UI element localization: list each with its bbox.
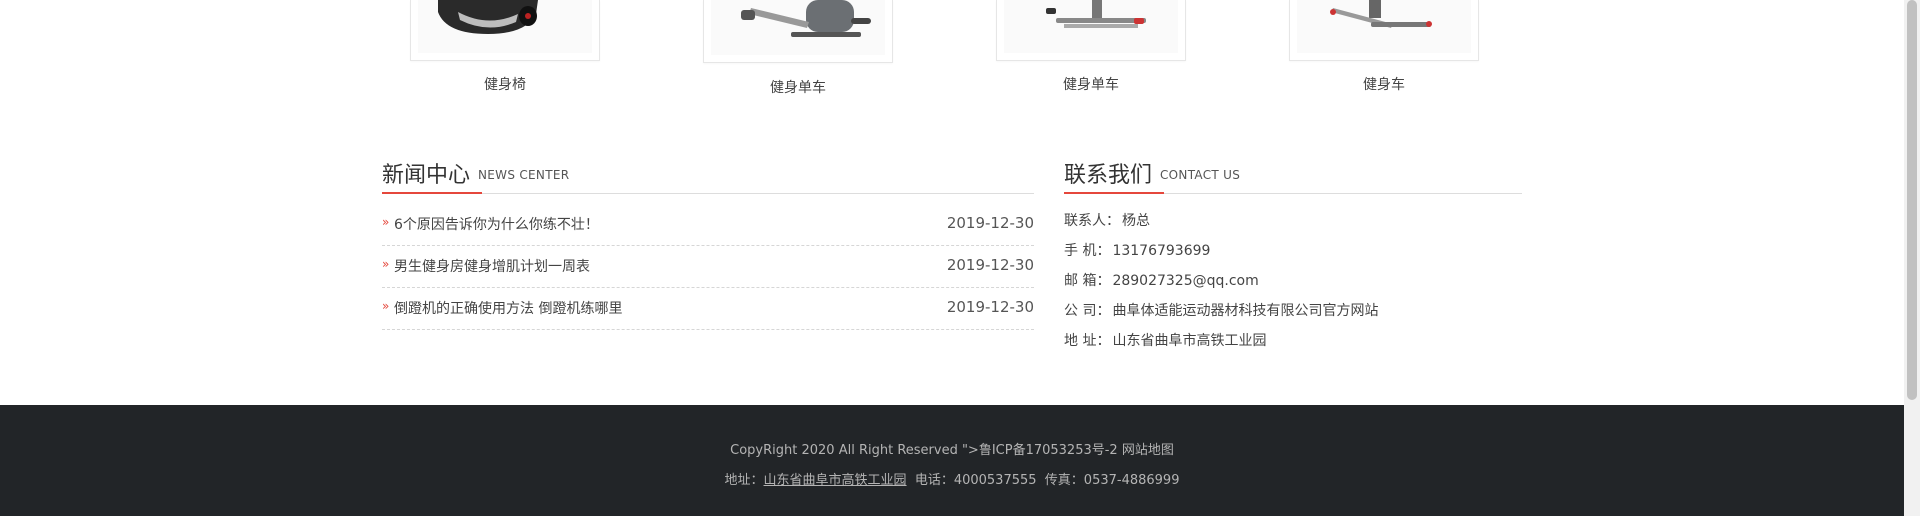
product-card-exercise-bike-2[interactable]: 健身单车 — [996, 0, 1186, 94]
footer-address-label: 地址： — [724, 473, 764, 488]
product-image-frame[interactable] — [996, 0, 1186, 61]
footer-phone: 电话：4000537555 — [914, 473, 1037, 488]
footer: CopyRight 2020 All Right Reserved ">鲁ICP… — [0, 405, 1904, 516]
contact-label: 邮 箱： — [1064, 273, 1111, 289]
contact-value: 曲阜体适能运动器材科技有限公司官方网站 — [1112, 303, 1379, 319]
contact-label: 公 司： — [1064, 303, 1111, 319]
chevron-right-icon: » — [382, 299, 390, 313]
news-item-date: 2019-12-30 — [946, 214, 1034, 232]
chevron-right-icon: » — [382, 215, 390, 229]
news-title-en: NEWS CENTER — [478, 168, 570, 182]
vertical-scrollbar[interactable] — [1904, 0, 1920, 516]
contact-title[interactable]: 联系我们 — [1064, 157, 1152, 189]
news-item-title[interactable]: 倒蹬机的正确使用方法 倒蹬机练哪里 — [394, 298, 622, 318]
footer-contact-line: 地址：山东省曲阜市高铁工业园 电话：4000537555 传真：0537-488… — [0, 469, 1904, 488]
exercise-bike-image — [1004, 0, 1178, 53]
contact-value: 山东省曲阜市高铁工业园 — [1112, 333, 1267, 349]
news-item[interactable]: » 倒蹬机的正确使用方法 倒蹬机练哪里 2019-12-30 — [382, 288, 1034, 330]
chevron-right-icon: » — [382, 257, 390, 271]
contact-value: 13176793699 — [1112, 243, 1211, 259]
news-header-accent — [382, 192, 482, 194]
page: 健身椅 健身单车 健身单车 健身车 新闻中心 NEWS CENTER » 6个原… — [0, 0, 1904, 516]
news-item-title[interactable]: 6个原因告诉你为什么你练不壮！ — [394, 214, 599, 234]
contact-company: 公 司： 曲阜体适能运动器材科技有限公司官方网站 — [1064, 296, 1522, 326]
news-item-title[interactable]: 男生健身房健身增肌计划一周表 — [394, 256, 590, 276]
product-image-frame[interactable] — [410, 0, 600, 61]
news-list: » 6个原因告诉你为什么你练不壮！ 2019-12-30 » 男生健身房健身增肌… — [382, 204, 1034, 330]
news-item[interactable]: » 6个原因告诉你为什么你练不壮！ 2019-12-30 — [382, 204, 1034, 246]
scrollbar-thumb[interactable] — [1907, 0, 1917, 400]
footer-address-link[interactable]: 山东省曲阜市高铁工业园 — [764, 473, 907, 488]
product-caption[interactable]: 健身单车 — [996, 74, 1186, 94]
news-section: 新闻中心 NEWS CENTER » 6个原因告诉你为什么你练不壮！ 2019-… — [382, 155, 1034, 330]
contact-address: 地 址： 山东省曲阜市高铁工业园 — [1064, 326, 1522, 356]
contact-mobile: 手 机： 13176793699 — [1064, 236, 1522, 266]
contact-person: 联系人： 杨总 — [1064, 206, 1522, 236]
contact-header: 联系我们 CONTACT US — [1064, 155, 1522, 194]
news-header: 新闻中心 NEWS CENTER — [382, 155, 1034, 194]
exercise-bike-image — [711, 0, 885, 55]
product-caption[interactable]: 健身车 — [1289, 74, 1479, 94]
product-card-fitness-bike[interactable]: 健身车 — [1289, 0, 1479, 94]
product-card-exercise-bike-1[interactable]: 健身单车 — [703, 0, 893, 97]
news-item-date: 2019-12-30 — [946, 256, 1034, 274]
news-title[interactable]: 新闻中心 — [382, 157, 470, 189]
contact-section: 联系我们 CONTACT US 联系人： 杨总 手 机： 13176793699 邮… — [1064, 155, 1522, 356]
product-image-frame[interactable] — [703, 0, 893, 63]
contact-header-accent — [1064, 192, 1164, 194]
contact-label: 手 机： — [1064, 243, 1111, 259]
product-card-fitness-bench[interactable]: 健身椅 — [410, 0, 600, 94]
fitness-bench-image — [418, 0, 592, 53]
footer-copyright: CopyRight 2020 All Right Reserved ">鲁ICP… — [730, 443, 1118, 458]
contact-label: 地 址： — [1064, 333, 1111, 349]
sitemap-link[interactable]: 网站地图 — [1122, 443, 1174, 458]
contact-value: 289027325@qq.com — [1112, 273, 1259, 289]
product-image-frame[interactable] — [1289, 0, 1479, 61]
product-caption[interactable]: 健身单车 — [703, 77, 893, 97]
footer-copyright-line: CopyRight 2020 All Right Reserved ">鲁ICP… — [0, 439, 1904, 458]
news-item-date: 2019-12-30 — [946, 298, 1034, 316]
contact-email: 邮 箱： 289027325@qq.com — [1064, 266, 1522, 296]
product-caption[interactable]: 健身椅 — [410, 74, 600, 94]
fitness-bike-image — [1297, 0, 1471, 53]
contact-label: 联系人： — [1064, 213, 1120, 229]
contact-title-en: CONTACT US — [1160, 168, 1241, 182]
footer-fax: 传真：0537-4886999 — [1044, 473, 1180, 488]
contact-info: 联系人： 杨总 手 机： 13176793699 邮 箱： 289027325@qq.… — [1064, 206, 1522, 356]
news-item[interactable]: » 男生健身房健身增肌计划一周表 2019-12-30 — [382, 246, 1034, 288]
contact-value: 杨总 — [1122, 213, 1150, 229]
